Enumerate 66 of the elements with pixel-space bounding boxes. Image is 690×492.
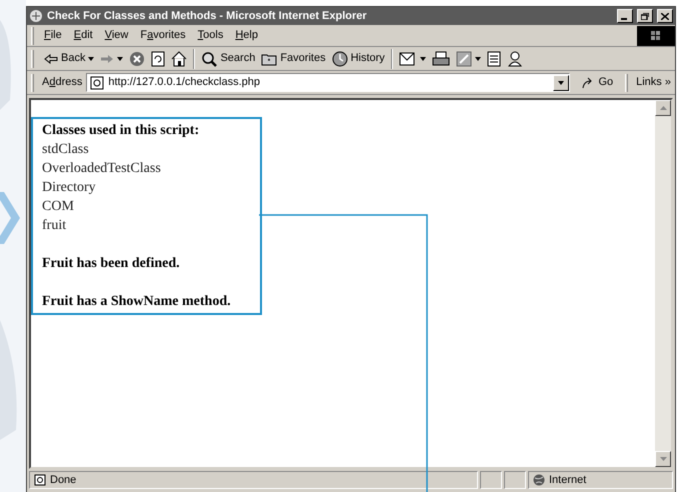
dropdown-button[interactable] — [553, 74, 570, 90]
dropdown-caret-icon — [420, 56, 426, 60]
stop-icon — [129, 50, 146, 66]
classes-heading: Classes used in this script: — [42, 122, 200, 140]
toolbar-icon-button[interactable] — [506, 50, 523, 66]
person-icon — [506, 50, 523, 66]
menu-item[interactable]: Help — [229, 27, 264, 44]
toolbar-icon-button[interactable] — [171, 50, 188, 66]
scroll-up-icon — [660, 106, 666, 110]
globe-icon — [533, 474, 545, 486]
toolbar-icon-button[interactable] — [432, 50, 450, 66]
menu-item[interactable]: View — [98, 27, 134, 44]
page-icon — [90, 76, 104, 90]
address-field[interactable]: http://127.0.0.1/checkclass.php — [86, 73, 570, 92]
go-button[interactable]: Go — [574, 74, 622, 91]
toolbar-button[interactable]: Search — [201, 50, 256, 67]
document-icon — [486, 50, 501, 66]
close-button[interactable] — [657, 9, 673, 23]
status-panel — [480, 471, 502, 489]
status-panel — [504, 471, 526, 489]
close-icon — [661, 12, 669, 20]
menu-item[interactable]: Tools — [192, 27, 230, 44]
search-icon — [201, 50, 218, 66]
dropdown-caret-icon — [558, 80, 564, 84]
toolbar-icon-button[interactable] — [486, 50, 501, 66]
class-name: OverloadedTestClass — [42, 160, 162, 178]
maximize-icon — [641, 12, 649, 20]
refresh-icon — [151, 50, 166, 66]
toolbar-button[interactable]: Favorites — [261, 50, 326, 67]
edit-icon — [456, 50, 472, 66]
menu-item[interactable]: File — [38, 27, 68, 44]
toolbar-icon-button[interactable] — [151, 50, 166, 66]
mail-icon — [398, 50, 417, 66]
dropdown-caret-icon — [474, 56, 481, 60]
history-icon — [332, 50, 348, 66]
dropdown-caret-icon — [117, 56, 124, 60]
scroll-down-icon — [660, 457, 666, 461]
maximize-button[interactable] — [637, 9, 653, 23]
toolbar-button[interactable]: History — [332, 50, 385, 67]
arrow-icon — [582, 76, 594, 88]
status-panel: Done — [29, 471, 478, 489]
zone-panel: Internet — [528, 471, 673, 489]
back-arrow-icon — [44, 54, 58, 64]
toolbar-button[interactable]: Back — [44, 50, 94, 67]
class-name: fruit — [42, 217, 68, 235]
home-icon — [171, 50, 188, 66]
message-text: Fruit has been defined. — [42, 255, 181, 273]
printer-icon — [432, 50, 450, 66]
folder-star-icon — [261, 52, 278, 66]
menu-item[interactable]: Favorites — [134, 27, 192, 44]
scrollbar[interactable] — [655, 100, 671, 467]
toolbar-icon-button[interactable] — [398, 50, 426, 66]
window-title: Check For Classes and Methods - Microsoft Internet Explorer — [47, 8, 368, 24]
minimize-button[interactable] — [617, 9, 633, 23]
message-text: Fruit has a ShowName method. — [42, 293, 232, 311]
links-button[interactable]: Links » — [636, 74, 675, 91]
class-name: Directory — [42, 179, 97, 197]
menu-item[interactable]: Edit — [68, 27, 99, 44]
page-icon — [34, 474, 46, 486]
class-name: stdClass — [42, 141, 90, 159]
dropdown-caret-icon — [88, 56, 94, 60]
class-name: COM — [42, 198, 75, 216]
forward-arrow-icon — [100, 54, 114, 64]
address-label: Address — [42, 75, 82, 90]
toolbar-icon-button[interactable] — [456, 50, 481, 66]
toolbar-icon-button[interactable] — [100, 54, 124, 64]
